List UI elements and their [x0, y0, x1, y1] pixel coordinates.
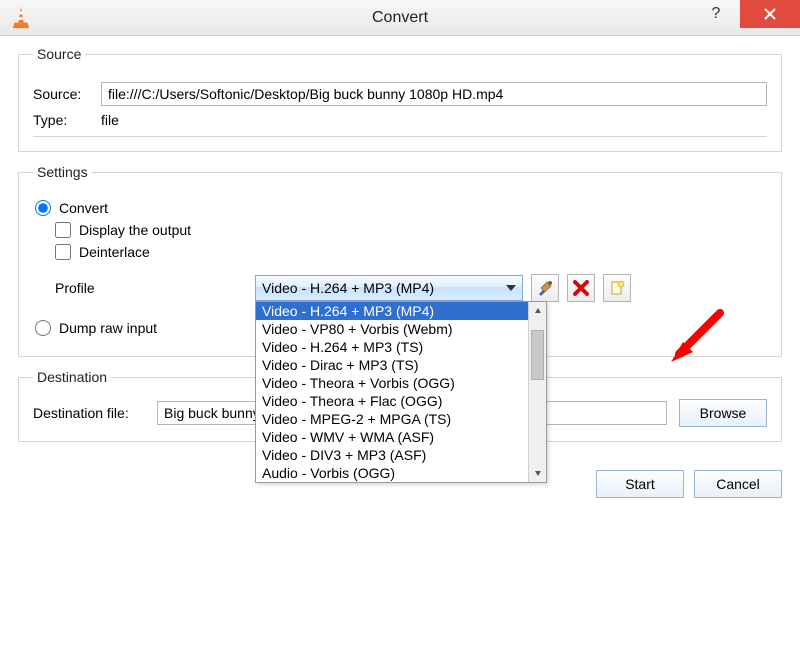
cancel-button[interactable]: Cancel [694, 470, 782, 498]
new-profile-button[interactable] [603, 274, 631, 302]
scroll-thumb[interactable] [531, 330, 544, 380]
profile-combo-box[interactable]: Video - H.264 + MP3 (MP4) [255, 275, 523, 301]
dump-raw-radio[interactable] [35, 320, 51, 336]
scroll-down-icon[interactable] [529, 464, 546, 482]
tools-icon [537, 280, 553, 296]
profile-option[interactable]: Audio - Vorbis (OGG) [256, 464, 528, 482]
type-label: Type: [33, 112, 101, 128]
profile-option[interactable]: Video - WMV + WMA (ASF) [256, 428, 528, 446]
source-divider [33, 136, 767, 137]
profile-option[interactable]: Video - Theora + Vorbis (OGG) [256, 374, 528, 392]
close-icon [764, 8, 776, 20]
source-group: Source Source: Type: file [18, 46, 782, 152]
source-input[interactable] [101, 82, 767, 106]
source-legend: Source [33, 46, 85, 62]
profile-option[interactable]: Video - Theora + Flac (OGG) [256, 392, 528, 410]
type-value: file [101, 112, 119, 128]
convert-label: Convert [59, 200, 108, 216]
source-label: Source: [33, 86, 101, 102]
dump-raw-label: Dump raw input [59, 320, 157, 336]
deinterlace-checkbox[interactable] [55, 244, 71, 260]
profile-option[interactable]: Video - H.264 + MP3 (TS) [256, 338, 528, 356]
profile-selected-value: Video - H.264 + MP3 (MP4) [262, 280, 434, 296]
profile-option[interactable]: Video - Dirac + MP3 (TS) [256, 356, 528, 374]
display-output-label: Display the output [79, 222, 191, 238]
profile-option[interactable]: Video - MPEG-2 + MPGA (TS) [256, 410, 528, 428]
dropdown-scrollbar[interactable] [528, 302, 546, 482]
chevron-down-icon [506, 285, 516, 291]
settings-group: Settings Convert Display the output Dein… [18, 164, 782, 357]
display-output-checkbox[interactable] [55, 222, 71, 238]
convert-radio[interactable] [35, 200, 51, 216]
close-button[interactable] [740, 0, 800, 28]
delete-x-icon [573, 280, 589, 296]
browse-button[interactable]: Browse [679, 399, 767, 427]
edit-profile-button[interactable] [531, 274, 559, 302]
settings-legend: Settings [33, 164, 92, 180]
profile-option[interactable]: Video - H.264 + MP3 (MP4) [256, 302, 528, 320]
help-button[interactable]: ? [692, 0, 740, 28]
profile-option[interactable]: Video - DIV3 + MP3 (ASF) [256, 446, 528, 464]
destination-file-label: Destination file: [33, 405, 157, 421]
delete-profile-button[interactable] [567, 274, 595, 302]
deinterlace-label: Deinterlace [79, 244, 150, 260]
titlebar: Convert ? [0, 0, 800, 36]
profile-option[interactable]: Video - VP80 + Vorbis (Webm) [256, 320, 528, 338]
profile-combo[interactable]: Video - H.264 + MP3 (MP4) Video - H.264 … [255, 275, 523, 301]
window-title: Convert [0, 9, 800, 27]
start-button[interactable]: Start [596, 470, 684, 498]
profile-label: Profile [55, 280, 255, 296]
scroll-up-icon[interactable] [529, 302, 546, 320]
destination-legend: Destination [33, 369, 111, 385]
new-file-icon [609, 280, 625, 296]
vlc-cone-icon [6, 3, 36, 33]
profile-dropdown: Video - H.264 + MP3 (MP4)Video - VP80 + … [255, 301, 547, 483]
